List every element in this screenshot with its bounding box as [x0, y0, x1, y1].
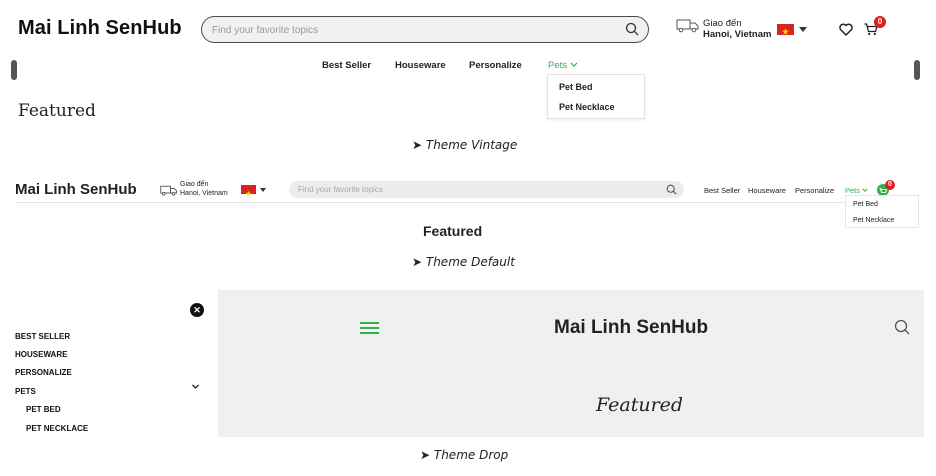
- vietnam-flag-icon[interactable]: [777, 24, 794, 35]
- default-featured-heading: Featured: [423, 223, 483, 239]
- nav-pets[interactable]: Pets: [845, 186, 868, 195]
- cart-count-badge: 0: [874, 16, 886, 28]
- delivery-label: Giao đến: [180, 181, 209, 188]
- vintage-search-input[interactable]: [212, 22, 612, 38]
- search-icon[interactable]: [625, 22, 639, 36]
- caption-theme-default: ➤ Theme Default: [412, 255, 515, 269]
- search-icon[interactable]: [894, 319, 910, 335]
- close-icon[interactable]: ✕: [190, 303, 204, 317]
- chevron-down-icon: [862, 188, 868, 192]
- sidebar-item-best-seller[interactable]: BEST SELLER: [15, 332, 70, 341]
- language-caret-icon[interactable]: [799, 27, 807, 32]
- nav-best-seller[interactable]: Best Seller: [322, 60, 371, 71]
- delivery-label: Giao đến: [703, 18, 742, 29]
- dropdown-item-pet-bed[interactable]: Pet Bed: [853, 201, 878, 208]
- sidebar-item-pets[interactable]: PETS: [15, 387, 36, 396]
- pets-dropdown: Pet Bed Pet Necklace: [547, 74, 645, 119]
- sidebar-item-houseware[interactable]: HOUSEWARE: [15, 350, 67, 359]
- nav-best-seller[interactable]: Best Seller: [704, 186, 740, 195]
- delivery-city: Hanoi, Vietnam: [180, 189, 228, 197]
- delivery-truck-icon: [676, 19, 699, 33]
- nav-personalize[interactable]: Personalize: [795, 186, 834, 195]
- sidebar-subitem-pet-necklace[interactable]: PET NECKLACE: [26, 424, 88, 433]
- cart-count-badge: 0: [885, 180, 895, 190]
- sidebar-item-personalize[interactable]: PERSONALIZE: [15, 368, 72, 377]
- header-divider: [15, 202, 919, 203]
- dropdown-item-pet-necklace[interactable]: Pet Necklace: [853, 217, 894, 224]
- delivery-location[interactable]: Giao đến Hanoi, Vietnam: [180, 181, 228, 198]
- pets-dropdown: Pet Bed Pet Necklace: [845, 195, 919, 228]
- drop-featured-heading: Featured: [596, 394, 684, 416]
- vintage-featured-heading: Featured: [18, 101, 96, 121]
- default-search-input[interactable]: [298, 183, 658, 196]
- dropdown-item-pet-bed[interactable]: Pet Bed: [559, 82, 593, 92]
- vietnam-flag-icon[interactable]: [241, 185, 256, 197]
- default-search-bar[interactable]: [289, 181, 684, 198]
- left-scroll-handle[interactable]: [11, 60, 17, 80]
- chevron-down-icon: [570, 62, 578, 67]
- search-icon[interactable]: [666, 184, 677, 195]
- default-logo[interactable]: Mai Linh SenHub: [15, 181, 137, 198]
- language-caret-icon[interactable]: [260, 188, 266, 192]
- nav-houseware[interactable]: Houseware: [395, 60, 446, 71]
- nav-pets-label: Pets: [548, 60, 568, 71]
- drop-logo[interactable]: Mai Linh SenHub: [554, 317, 708, 339]
- hamburger-menu-icon[interactable]: [360, 321, 379, 335]
- heart-icon[interactable]: [839, 23, 853, 36]
- dropdown-item-pet-necklace[interactable]: Pet Necklace: [559, 102, 615, 112]
- delivery-city: Hanoi, Vietnam: [703, 29, 772, 40]
- nav-pets[interactable]: Pets: [548, 60, 578, 71]
- delivery-truck-icon: [160, 185, 177, 196]
- chevron-down-icon[interactable]: [191, 384, 200, 390]
- right-scroll-handle[interactable]: [914, 60, 920, 80]
- nav-pets-label: Pets: [845, 186, 861, 195]
- caption-theme-vintage: ➤ Theme Vintage: [412, 138, 518, 152]
- nav-personalize[interactable]: Personalize: [469, 60, 522, 71]
- nav-houseware[interactable]: Houseware: [748, 186, 786, 195]
- drop-theme-panel: [218, 290, 924, 437]
- caption-theme-drop: ➤ Theme Drop: [420, 448, 509, 462]
- vintage-search-bar[interactable]: [201, 16, 649, 43]
- sidebar-subitem-pet-bed[interactable]: PET BED: [26, 405, 61, 414]
- vintage-logo[interactable]: Mai Linh SenHub: [18, 17, 182, 40]
- delivery-location[interactable]: Giao đến Hanoi, Vietnam: [703, 18, 771, 40]
